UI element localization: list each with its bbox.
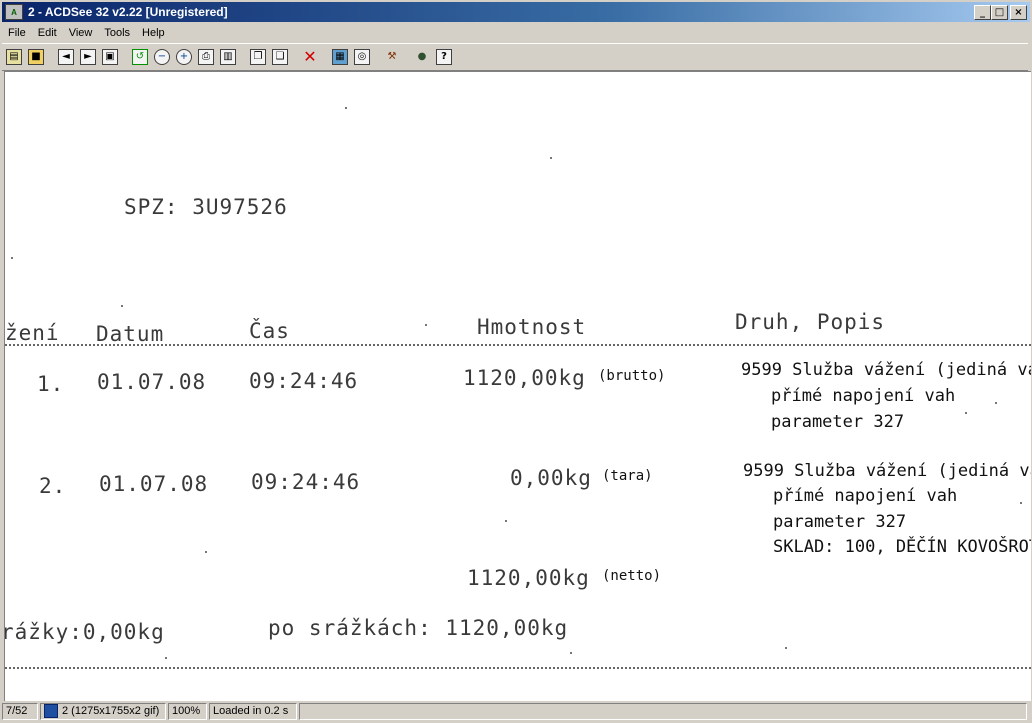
fullscreen-button[interactable]: ▣ [100, 47, 120, 67]
row-1-desc-2: přímé napojení vah [771, 386, 956, 406]
window-controls: _ □ × [974, 4, 1027, 20]
row-2-desc-4: SKLAD: 100, DĚČÍN KOVOŠROT [773, 537, 1031, 557]
row-2-time: 09:24:46 [251, 470, 361, 494]
app-icon[interactable]: A [5, 4, 23, 20]
row-1-weight: 1120,00kg [463, 366, 586, 390]
spz-label: SPZ: 3U97526 [124, 195, 288, 219]
previous-image-icon: ◄ [58, 49, 74, 65]
delete-icon: ✕ [303, 47, 317, 66]
next-image-icon: ► [80, 49, 96, 65]
zoom-out-icon: − [154, 49, 170, 65]
copy-icon: ❐ [250, 49, 266, 65]
status-file-info: 2 (1275x1755x2 gif) [40, 702, 166, 720]
tools-icon: ⚒ [387, 51, 397, 62]
help-button[interactable]: ? [434, 47, 454, 67]
wallpaper-button[interactable]: ▦ [330, 47, 350, 67]
row-2-desc-1: 9599 Služba vážení (jediná váha) [743, 461, 1031, 481]
status-file-info-text: 2 (1275x1755x2 gif) [62, 705, 160, 717]
row-1-type: (brutto) [598, 368, 666, 384]
menu-bar: File Edit View Tools Help [2, 23, 171, 42]
row-1-desc-3: parameter 327 [771, 412, 905, 432]
srazky-label: rážky:0,00kg [4, 620, 165, 644]
toolbar: ▤ ■ ◄ ► ▣ ↺ − + ⎙ ▥ ❐ ❑ ✕ ▦ ◎ ⚒ ● ? [2, 43, 1028, 71]
row-1-time: 09:24:46 [249, 369, 359, 393]
copy-button[interactable]: ❐ [248, 47, 268, 67]
row-1-desc-1: 9599 Služba vážení (jediná váha) [741, 360, 1031, 380]
zoom-out-button[interactable]: − [152, 47, 172, 67]
row-2-number: 2. [39, 474, 67, 498]
header-cas: Čas [249, 319, 290, 343]
row-1-number: 1. [37, 372, 65, 396]
image-viewport[interactable]: SPZ: 3U97526 žení Datum Čas Hmotnost Dru… [4, 71, 1031, 701]
open-folder-icon: ■ [28, 49, 44, 65]
header-druh: Druh, Popis [735, 310, 886, 334]
print-button[interactable]: ⎙ [196, 47, 216, 67]
status-zoom: 100% [168, 702, 207, 720]
menu-help[interactable]: Help [136, 27, 171, 39]
zoom-in-button[interactable]: + [174, 47, 194, 67]
footer-rule [5, 667, 1031, 669]
status-empty [299, 702, 1027, 720]
row-2-desc-3: parameter 327 [773, 512, 907, 532]
row-2-type: (tara) [602, 468, 653, 484]
previous-button[interactable]: ◄ [56, 47, 76, 67]
print-icon: ⎙ [198, 49, 214, 65]
rotate-button[interactable]: ↺ [130, 47, 150, 67]
menu-view[interactable]: View [63, 27, 99, 39]
tools-button[interactable]: ⚒ [382, 47, 402, 67]
fullscreen-icon: ▣ [102, 49, 118, 65]
zoom-in-icon: + [176, 49, 192, 65]
paste-icon: ❑ [272, 49, 288, 65]
acdsee-window: A 2 - ACDSee 32 v2.22 [Unregistered] _ □… [0, 0, 1032, 723]
menu-file[interactable]: File [2, 27, 32, 39]
po-srazkach-label: po srážkách: 1120,00kg [268, 616, 569, 640]
browse-icon: ▤ [6, 49, 22, 65]
slideshow-button[interactable]: ◎ [352, 47, 372, 67]
delete-button[interactable]: ✕ [300, 47, 320, 67]
maximize-button[interactable]: □ [991, 4, 1008, 20]
header-rule [5, 344, 1031, 346]
row-2-weight: 0,00kg [510, 466, 592, 490]
status-load-time: Loaded in 0.2 s [209, 702, 297, 720]
header-hmotnost: Hmotnost [477, 315, 587, 339]
paste-button[interactable]: ❑ [270, 47, 290, 67]
plugin-icon: ● [417, 51, 427, 62]
slideshow-icon: ◎ [354, 49, 370, 65]
header-vazeni: žení [5, 321, 60, 345]
netto-label: (netto) [602, 568, 662, 584]
help-icon: ? [436, 49, 452, 65]
row-2-date: 01.07.08 [99, 472, 209, 496]
browse-button[interactable]: ▤ [4, 47, 24, 67]
close-button[interactable]: × [1010, 4, 1027, 20]
minimize-button[interactable]: _ [974, 4, 991, 20]
status-bar: 7/52 2 (1275x1755x2 gif) 100% Loaded in … [2, 701, 1030, 721]
netto-weight: 1120,00kg [467, 566, 590, 590]
menu-edit[interactable]: Edit [32, 27, 63, 39]
status-position: 7/52 [2, 702, 38, 720]
plugin-button[interactable]: ● [412, 47, 432, 67]
wallpaper-icon: ▦ [332, 49, 348, 65]
scan-icon: ▥ [220, 49, 236, 65]
row-2-desc-2: přímé napojení vah [773, 486, 958, 506]
next-button[interactable]: ► [78, 47, 98, 67]
scan-button[interactable]: ▥ [218, 47, 238, 67]
rotate-icon: ↺ [132, 49, 148, 65]
row-1-date: 01.07.08 [97, 370, 207, 394]
image-file-icon [44, 704, 58, 718]
header-datum: Datum [96, 322, 165, 346]
title-bar[interactable]: A 2 - ACDSee 32 v2.22 [Unregistered] _ □… [2, 2, 1030, 22]
menu-tools[interactable]: Tools [98, 27, 136, 39]
window-title: 2 - ACDSee 32 v2.22 [Unregistered] [28, 5, 228, 19]
open-button[interactable]: ■ [26, 47, 46, 67]
